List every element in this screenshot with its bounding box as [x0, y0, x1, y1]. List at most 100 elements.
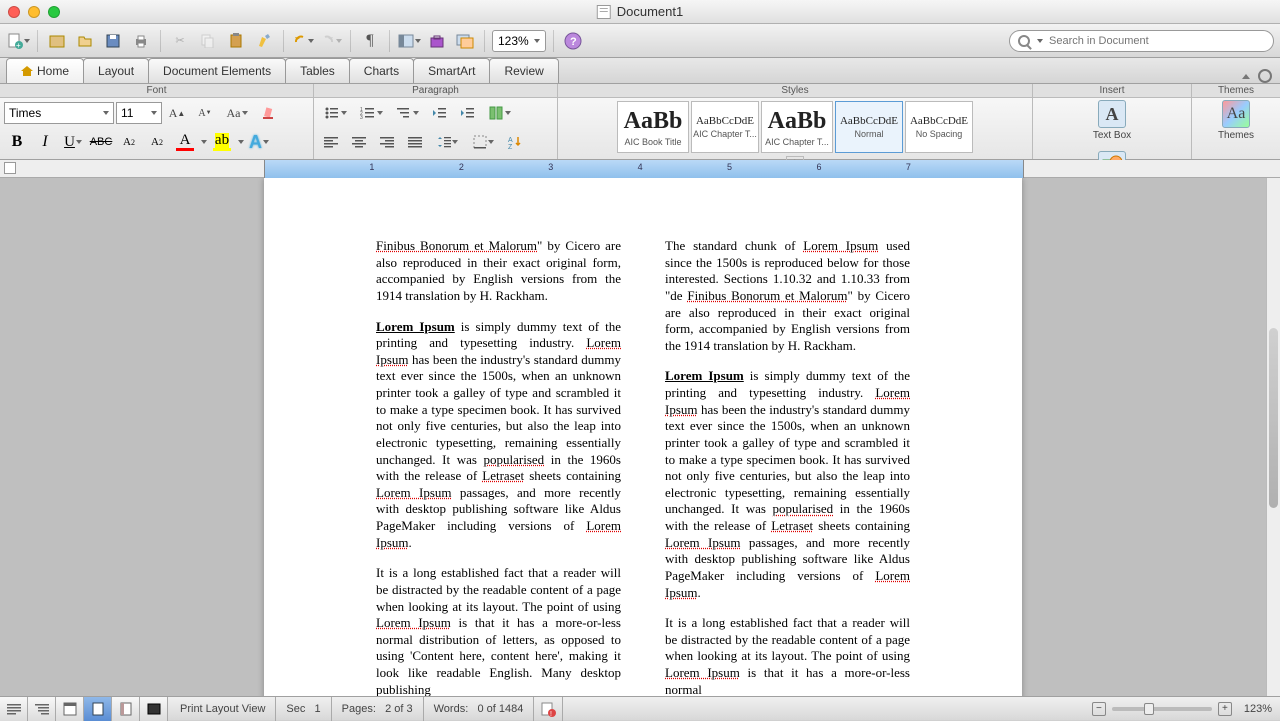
search-box[interactable] — [1009, 30, 1274, 52]
outline-view-button[interactable] — [28, 697, 56, 721]
style-item[interactable]: AaBbAIC Book Title — [617, 101, 689, 153]
zoom-slider-thumb[interactable] — [1144, 703, 1154, 715]
sort-button[interactable]: AZ — [502, 129, 528, 155]
svg-text:+: + — [16, 41, 21, 50]
tab-home[interactable]: Home — [6, 58, 84, 83]
help-button[interactable]: ? — [561, 29, 585, 53]
decrease-indent-button[interactable] — [426, 100, 452, 126]
svg-text:A: A — [508, 137, 513, 144]
ribbon-group-labels: Font Paragraph Styles Insert Themes — [0, 84, 1280, 98]
group-paragraph-label: Paragraph — [314, 84, 558, 97]
save-button[interactable] — [101, 29, 125, 53]
italic-button[interactable]: I — [32, 129, 58, 155]
format-painter-button[interactable] — [252, 29, 276, 53]
tab-document-elements[interactable]: Document Elements — [148, 58, 286, 83]
draft-view-button[interactable] — [0, 697, 28, 721]
print-button[interactable] — [129, 29, 153, 53]
tab-smartart[interactable]: SmartArt — [413, 58, 490, 83]
cut-button[interactable]: ✂ — [168, 29, 192, 53]
document-page[interactable]: Finibus Bonorum et Malorum" by Cicero ar… — [264, 178, 1022, 696]
bullets-button[interactable] — [318, 100, 352, 126]
fullscreen-view-button[interactable] — [140, 697, 168, 721]
open-button[interactable] — [73, 29, 97, 53]
group-themes-label: Themes — [1192, 84, 1280, 97]
align-right-button[interactable] — [374, 129, 400, 155]
clear-formatting-button[interactable] — [256, 100, 282, 126]
document-area[interactable]: Finibus Bonorum et Malorum" by Cicero ar… — [0, 178, 1266, 696]
align-left-button[interactable] — [318, 129, 344, 155]
show-formatting-button[interactable]: ¶ — [358, 29, 382, 53]
undo-button[interactable] — [291, 29, 315, 53]
highlight-button[interactable]: ab — [209, 129, 235, 155]
zoom-slider[interactable] — [1112, 707, 1212, 711]
columns-button[interactable] — [482, 100, 516, 126]
borders-button[interactable] — [466, 129, 500, 155]
redo-button[interactable] — [319, 29, 343, 53]
zoom-select[interactable]: 123% — [492, 30, 546, 52]
justify-button[interactable] — [402, 129, 428, 155]
scrollbar-thumb[interactable] — [1269, 328, 1278, 508]
themes-button[interactable]: AaThemes — [1218, 100, 1254, 141]
text-box-button[interactable]: AText Box — [1093, 100, 1131, 141]
print-layout-view-button[interactable] — [84, 697, 112, 721]
copy-button[interactable] — [196, 29, 220, 53]
font-size-select[interactable]: 11 — [116, 102, 162, 124]
minimize-button[interactable] — [28, 6, 40, 18]
window-controls — [8, 6, 60, 18]
tab-review[interactable]: Review — [489, 58, 558, 83]
bold-button[interactable]: B — [4, 129, 30, 155]
open-template-button[interactable] — [45, 29, 69, 53]
toolbox-button[interactable] — [425, 29, 449, 53]
media-browser-button[interactable] — [453, 29, 477, 53]
zoom-percent-label[interactable]: 123% — [1244, 703, 1272, 715]
collapse-ribbon-button[interactable] — [1242, 74, 1250, 79]
style-item[interactable]: AaBbCcDdENormal — [835, 101, 903, 153]
section-label: Sec 1 — [276, 697, 331, 721]
group-insert-label: Insert — [1033, 84, 1192, 97]
zoom-out-button[interactable]: − — [1092, 702, 1106, 716]
tab-tables[interactable]: Tables — [285, 58, 350, 83]
decrease-font-button[interactable]: A▼ — [192, 100, 218, 126]
search-input[interactable] — [1049, 35, 1265, 47]
multilevel-list-button[interactable] — [390, 100, 424, 126]
publishing-view-button[interactable] — [56, 697, 84, 721]
horizontal-ruler[interactable]: 1234567 — [0, 160, 1280, 178]
tab-selector[interactable] — [4, 162, 16, 174]
close-button[interactable] — [8, 6, 20, 18]
ribbon-settings-button[interactable] — [1258, 69, 1272, 83]
increase-indent-button[interactable] — [454, 100, 480, 126]
insert-section: AText Box Shape Picture — [1033, 98, 1192, 159]
font-color-button[interactable]: A — [172, 129, 198, 155]
style-item[interactable]: AaBbCcDdEAIC Chapter T... — [691, 101, 759, 153]
increase-font-button[interactable]: A▲ — [164, 100, 190, 126]
underline-button[interactable]: U — [60, 129, 86, 155]
strikethrough-button[interactable]: ABC — [88, 129, 114, 155]
zoom-button[interactable] — [48, 6, 60, 18]
style-item[interactable]: AaBbCcDdENo Spacing — [905, 101, 973, 153]
superscript-button[interactable]: A2 — [116, 129, 142, 155]
line-spacing-button[interactable] — [430, 129, 464, 155]
tab-charts[interactable]: Charts — [349, 58, 414, 83]
change-case-button[interactable]: Aa — [220, 100, 254, 126]
text-effects-button[interactable]: A — [246, 129, 272, 155]
paste-button[interactable] — [224, 29, 248, 53]
new-document-button[interactable]: + — [6, 29, 30, 53]
tab-layout[interactable]: Layout — [83, 58, 149, 83]
title-bar: Document1 — [0, 0, 1280, 24]
styles-section: AaBbAIC Book TitleAaBbCcDdEAIC Chapter T… — [558, 98, 1033, 159]
view-buttons — [0, 697, 168, 721]
font-section: Times 11 A▲ A▼ Aa B I U ABC A2 A2 A ab A — [0, 98, 314, 159]
style-item[interactable]: AaBbAIC Chapter T... — [761, 101, 833, 153]
page-content[interactable]: Finibus Bonorum et Malorum" by Cicero ar… — [264, 178, 1022, 696]
numbering-button[interactable]: 123 — [354, 100, 388, 126]
document-icon — [597, 5, 611, 19]
align-center-button[interactable] — [346, 129, 372, 155]
vertical-scrollbar[interactable] — [1266, 178, 1280, 696]
sidebar-button[interactable] — [397, 29, 421, 53]
zoom-controls: − + 123% — [1092, 702, 1272, 716]
zoom-in-button[interactable]: + — [1218, 702, 1232, 716]
subscript-button[interactable]: A2 — [144, 129, 170, 155]
notebook-view-button[interactable] — [112, 697, 140, 721]
spell-check-button[interactable]: ! — [534, 697, 563, 721]
font-name-select[interactable]: Times — [4, 102, 114, 124]
